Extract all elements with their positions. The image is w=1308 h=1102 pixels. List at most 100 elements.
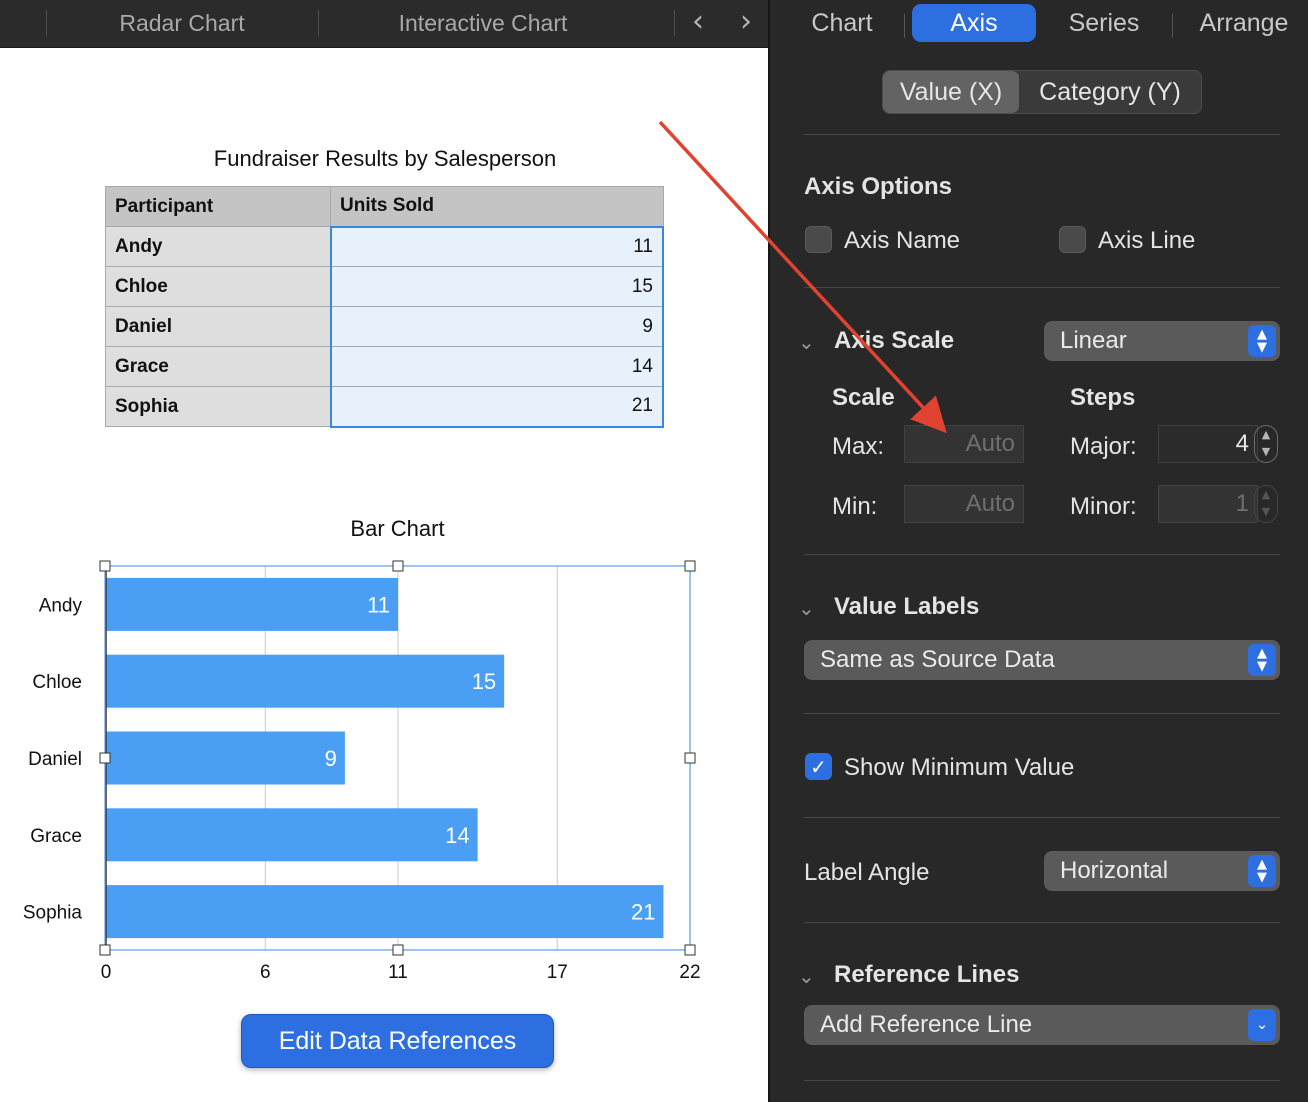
resize-handle[interactable]: [684, 560, 696, 572]
table-row: Daniel 9: [105, 306, 664, 347]
category-tick-label: Sophia: [23, 903, 83, 924]
add-reference-line-popup[interactable]: Add Reference Line ⌄: [804, 1005, 1280, 1045]
x-tick-label: 11: [388, 962, 408, 983]
bar[interactable]: [106, 577, 398, 631]
updown-chevron-icon: ▲ ▼: [1248, 325, 1276, 357]
min-field[interactable]: Auto: [904, 485, 1024, 523]
data-table[interactable]: Participant Units Sold Andy 11 Chloe 15 …: [105, 186, 664, 428]
participant-cell[interactable]: Daniel: [105, 306, 331, 347]
divider: [804, 134, 1280, 135]
sheet-tab-bar: Radar Chart Interactive Chart ‹ ›: [0, 0, 768, 48]
table-row: Sophia 21: [105, 386, 664, 428]
participant-cell[interactable]: Grace: [105, 346, 331, 387]
divider: [804, 554, 1280, 555]
chevron-down-icon[interactable]: ⌄: [798, 964, 815, 988]
category-tick-label: Daniel: [28, 749, 82, 770]
edit-data-references-button[interactable]: Edit Data References: [241, 1014, 554, 1068]
tab-separator: [318, 10, 319, 36]
min-label: Min:: [832, 493, 878, 520]
value-labels-heading: Value Labels: [834, 593, 980, 620]
bar-value-label: 11: [367, 592, 390, 617]
chevron-down-icon: ⌄: [1248, 1009, 1276, 1041]
tab-separator: [904, 14, 905, 38]
updown-chevron-icon: ▲ ▼: [1248, 855, 1276, 887]
value-labels-popup[interactable]: Same as Source Data ▲ ▼: [804, 640, 1280, 680]
column-header[interactable]: Units Sold: [330, 186, 664, 227]
scale-heading: Scale: [832, 384, 895, 411]
tab-series[interactable]: Series: [1046, 4, 1162, 42]
axis-scale-popup[interactable]: Linear ▲ ▼: [1044, 321, 1280, 361]
units-sold-cell[interactable]: 9: [329, 306, 664, 347]
table-header-row: Participant Units Sold: [105, 186, 664, 227]
tab-axis[interactable]: Axis: [912, 4, 1036, 42]
bar-value-label: 14: [445, 823, 469, 848]
bar[interactable]: [106, 885, 664, 939]
units-sold-cell[interactable]: 14: [329, 346, 664, 387]
max-field[interactable]: Auto: [904, 425, 1024, 463]
bar[interactable]: [106, 654, 505, 708]
column-header[interactable]: Participant: [105, 186, 331, 227]
participant-cell[interactable]: Chloe: [105, 266, 331, 307]
axis-name-checkbox[interactable]: [805, 226, 832, 253]
segment-category-y[interactable]: Category (Y): [1019, 71, 1201, 113]
axis-name-label: Axis Name: [844, 227, 961, 254]
bar-chart[interactable]: 11 Andy 15 Chloe 9 Daniel 14 Grace 21 Sophia 0 6 11 1…: [0, 540, 720, 990]
units-sold-cell[interactable]: 15: [329, 266, 664, 307]
axis-line-checkbox[interactable]: [1059, 226, 1086, 253]
chevron-left-icon[interactable]: ‹: [683, 6, 713, 40]
category-tick-label: Grace: [30, 826, 82, 847]
chevron-right-icon[interactable]: ›: [731, 6, 761, 40]
minor-stepper[interactable]: ▲ ▼: [1254, 485, 1278, 523]
major-label: Major:: [1070, 433, 1137, 460]
units-sold-cell[interactable]: 21: [329, 386, 664, 428]
category-tick-label: Andy: [39, 595, 83, 616]
divider: [804, 922, 1280, 923]
format-inspector: Chart Axis Series Arrange Value (X) Cate…: [768, 0, 1308, 1102]
bar-value-label: 15: [472, 669, 496, 694]
tab-chart[interactable]: Chart: [790, 4, 894, 42]
chevron-down-icon[interactable]: ⌄: [798, 330, 815, 354]
reference-lines-heading: Reference Lines: [834, 961, 1020, 988]
resize-handle[interactable]: [392, 944, 404, 956]
units-sold-cell[interactable]: 11: [329, 225, 664, 267]
chevron-down-icon[interactable]: ⌄: [798, 596, 815, 620]
table-row: Andy 11: [105, 225, 664, 267]
value-labels-value: Same as Source Data: [820, 646, 1055, 673]
resize-handle[interactable]: [392, 560, 404, 572]
x-tick-label: 6: [260, 962, 271, 983]
updown-chevron-icon: ▲ ▼: [1248, 644, 1276, 676]
tab-arrange[interactable]: Arrange: [1180, 4, 1308, 42]
segment-value-x[interactable]: Value (X): [883, 71, 1019, 113]
label-angle-value: Horizontal: [1060, 857, 1169, 884]
participant-cell[interactable]: Sophia: [105, 386, 331, 427]
divider: [804, 713, 1280, 714]
axis-scale-value: Linear: [1060, 327, 1127, 354]
axis-line-label: Axis Line: [1098, 227, 1196, 254]
resize-handle[interactable]: [99, 752, 111, 764]
tab-separator: [674, 10, 675, 36]
show-minimum-checkbox[interactable]: ✓: [805, 753, 832, 780]
label-angle-popup[interactable]: Horizontal ▲ ▼: [1044, 851, 1280, 891]
tab-separator: [46, 10, 47, 36]
tab-radar-chart[interactable]: Radar Chart: [48, 0, 316, 48]
max-label: Max:: [832, 433, 885, 460]
major-stepper[interactable]: ▲ ▼: [1254, 425, 1278, 463]
bar[interactable]: [106, 731, 345, 785]
major-steps-field[interactable]: 4: [1158, 425, 1258, 463]
steps-heading: Steps: [1070, 384, 1136, 411]
resize-handle[interactable]: [99, 944, 111, 956]
tab-interactive-chart[interactable]: Interactive Chart: [320, 0, 646, 48]
resize-handle[interactable]: [684, 752, 696, 764]
resize-handle[interactable]: [684, 944, 696, 956]
divider: [804, 817, 1280, 818]
document-canvas: Radar Chart Interactive Chart ‹ › Fundra…: [0, 0, 768, 1102]
x-tick-label: 0: [101, 962, 112, 983]
participant-cell[interactable]: Andy: [105, 226, 331, 267]
show-minimum-label: Show Minimum Value: [844, 754, 1075, 781]
x-tick-label: 22: [679, 962, 700, 983]
resize-handle[interactable]: [99, 560, 111, 572]
bar[interactable]: [106, 808, 478, 862]
divider: [804, 1080, 1280, 1081]
minor-steps-field[interactable]: 1: [1158, 485, 1258, 523]
tab-separator: [1172, 14, 1173, 38]
